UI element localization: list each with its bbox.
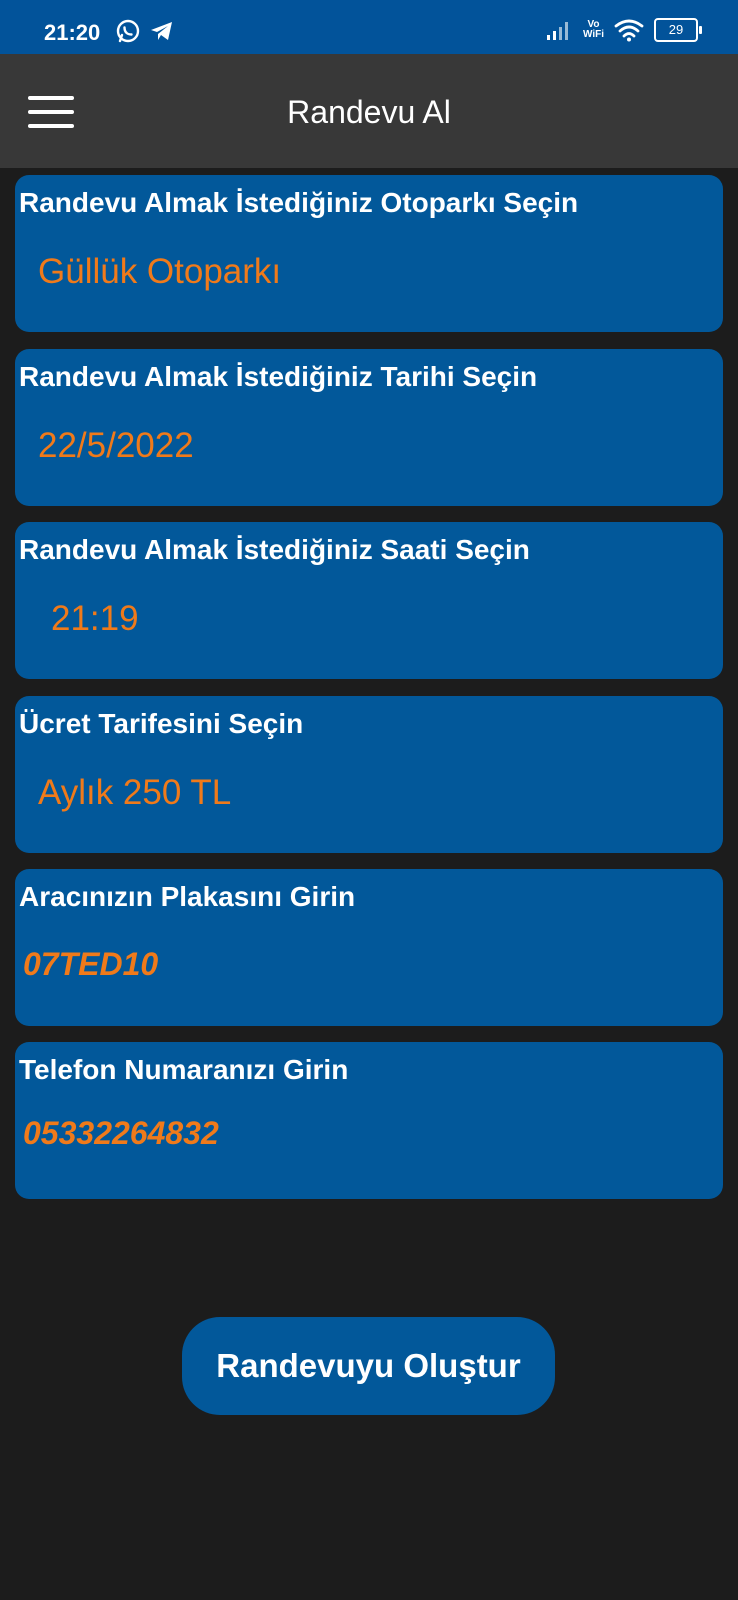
vowifi-icon: Vo WiFi [583,20,604,40]
create-appointment-button[interactable]: Randevuyu Oluştur [182,1317,555,1415]
wifi-icon [614,19,644,42]
battery-icon: 29 [654,18,702,42]
time-label: Randevu Almak İstediğiniz Saati Seçin [19,534,530,565]
plate-input[interactable] [23,941,713,987]
phone-label: Telefon Numaranızı Girin [19,1054,349,1085]
app-bar: Randevu Al [0,54,738,168]
time-value: 21:19 [51,599,139,638]
date-label: Randevu Almak İstediğiniz Tarihi Seçin [19,361,538,392]
parking-value: Güllük Otoparkı [38,252,282,291]
phone-input[interactable] [23,1110,713,1156]
plate-label: Aracınızın Plakasını Girin [19,881,356,912]
tariff-value: Aylık 250 TL [38,773,232,812]
tariff-select[interactable]: Ücret Tarifesini Seçin Aylık 250 TL [15,696,723,853]
date-value: 22/5/2022 [38,426,194,465]
notification-icons [115,18,175,44]
date-select[interactable]: Randevu Almak İstediğiniz Tarihi Seçin 2… [15,349,723,506]
phone-card: Telefon Numaranızı Girin [15,1042,723,1199]
page-title: Randevu Al [287,94,451,130]
telegram-icon [151,22,172,40]
status-bar: 21:20 Vo WiFi 29 [0,0,738,54]
plate-card: Aracınızın Plakasını Girin [15,869,723,1026]
parking-select[interactable]: Randevu Almak İstediğiniz Otoparkı Seçin… [15,175,723,332]
parking-label: Randevu Almak İstediğiniz Otoparkı Seçin [19,187,579,218]
whatsapp-icon [116,19,140,43]
vowifi-bottom-text: WiFi [582,29,604,40]
status-time: 21:20 [44,20,101,45]
time-select[interactable]: Randevu Almak İstediğiniz Saati Seçin 21… [15,522,723,679]
system-indicators: Vo WiFi 29 [545,18,702,42]
signal-icon [546,22,568,40]
tariff-label: Ücret Tarifesini Seçin [19,708,304,739]
